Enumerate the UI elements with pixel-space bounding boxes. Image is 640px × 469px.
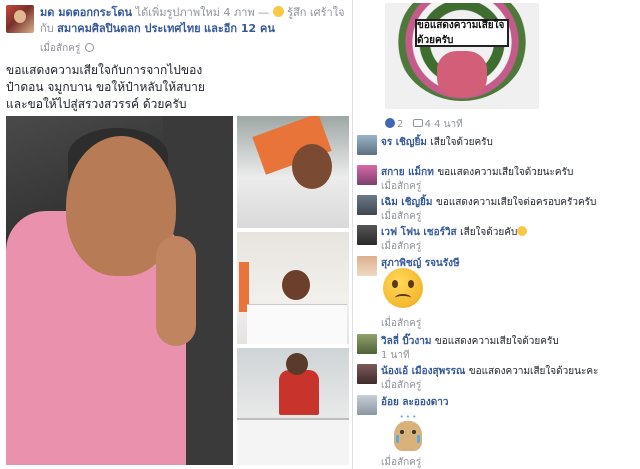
commenter-avatar[interactable] xyxy=(357,195,377,215)
public-globe-icon[interactable] xyxy=(85,43,95,52)
tagged-page-link[interactable]: สมาคมศิลปินดลก ประเทศไทย xyxy=(57,22,200,35)
with-text: กับ xyxy=(40,22,54,35)
wreath-like-count[interactable]: 2 xyxy=(397,119,403,130)
post-message: ขอแสดงความเสียใจกับการจากไปของ ป๋าดอน จม… xyxy=(6,63,205,111)
feeling-sad-icon xyxy=(272,6,284,17)
comment-time[interactable]: เมื่อสักครู่ xyxy=(381,455,421,469)
sad-face-sticker xyxy=(383,268,423,308)
commenter-name[interactable]: วิลลี่ บิ๊วงาม xyxy=(381,336,431,347)
comment-text: ขอแสดงความเสียใจต่อครอบครัวครับ xyxy=(435,197,597,208)
commenter-avatar[interactable] xyxy=(357,364,377,384)
post-timestamp[interactable]: เมื่อสักครู่ xyxy=(40,43,80,54)
comment-text: เสียใจด้วยครับ xyxy=(430,137,493,148)
comment-text: เสียใจด้วยคับ xyxy=(460,227,518,238)
commenter-name[interactable]: สกาย แม็กท xyxy=(381,167,434,178)
author-avatar[interactable] xyxy=(6,5,34,33)
commenter-avatar[interactable] xyxy=(357,334,377,354)
commenter-avatar[interactable] xyxy=(357,135,377,155)
post-card: มด มดตอกกระโดน ได้เพิ่มรูปภาพใหม่ 4 ภาพ … xyxy=(0,0,353,469)
comment-text: ขอแสดงความเสียใจด้วยนะคะ xyxy=(468,366,599,377)
comment-time[interactable]: เมื่อสักครู่ xyxy=(381,180,635,194)
commenter-avatar[interactable] xyxy=(357,225,377,245)
wreath-photo[interactable]: ขอแสดงความเสียใจด้วยครับ xyxy=(385,3,539,109)
like-icon[interactable] xyxy=(385,118,395,128)
smile-emoji-icon xyxy=(517,226,528,236)
photo-main-man-sleeping[interactable] xyxy=(6,116,233,465)
commenter-name[interactable]: จร เชิญยิ้ม xyxy=(381,137,427,148)
commenter-avatar[interactable] xyxy=(357,165,377,185)
post-header: มด มดตอกกระโดน ได้เพิ่มรูปภาพใหม่ 4 ภาพ … xyxy=(6,5,346,56)
post-time-row: เมื่อสักครู่ xyxy=(40,41,95,56)
photo-hospital-bed-2[interactable] xyxy=(237,232,349,344)
photo-visitor-at-bed[interactable] xyxy=(237,348,349,465)
wreath-banner-text: ขอแสดงความเสียใจด้วยครับ xyxy=(415,19,509,47)
author-name-link[interactable]: มด มดตอกกระโดน xyxy=(40,6,132,19)
commenter-name[interactable]: เวฟ โฟน เชอร์วิส xyxy=(381,227,457,238)
photo-hospital-bed-1[interactable] xyxy=(237,116,349,228)
post-action-text: ได้เพิ่มรูปภาพใหม่ 4 ภาพ — xyxy=(135,6,270,19)
wreath-time[interactable]: 4 นาที xyxy=(434,119,463,130)
post-header-text: มด มดตอกกระโดน ได้เพิ่มรูปภาพใหม่ 4 ภาพ … xyxy=(40,5,346,37)
comment-text: ขอแสดงความเสียใจด้วยนะครับ xyxy=(437,167,574,178)
commenter-avatar[interactable] xyxy=(357,395,377,415)
wreath-reply-count[interactable]: 4 xyxy=(425,119,431,130)
comment-time[interactable]: เมื่อสักครู่ xyxy=(381,379,635,393)
reply-icon[interactable] xyxy=(412,119,423,127)
commenter-name[interactable]: สุภาพิชญ์ รจนรังษี xyxy=(381,258,460,269)
crying-bear-sticker: • • • xyxy=(391,413,425,451)
tagged-others-link[interactable]: และอีก 12 คน xyxy=(204,22,275,35)
commenter-name[interactable]: น้องเอ้ เมืองสุพรรณ xyxy=(381,366,465,377)
feeling-text: รู้สึก เศร้าใจ xyxy=(287,6,345,19)
commenter-avatar[interactable] xyxy=(357,256,377,276)
comment-text: ขอแสดงความเสียใจด้วยครับ xyxy=(434,336,559,347)
commenter-name[interactable]: เฉิม เชิญยิ้ม xyxy=(381,197,432,208)
photo-grid xyxy=(6,116,349,465)
comments-panel: ขอแสดงความเสียใจด้วยครับ 2 4 4 นาที จร เ… xyxy=(353,0,640,469)
comment-time[interactable]: เมื่อสักครู่ xyxy=(381,316,421,331)
comment-time[interactable]: เมื่อสักครู่ xyxy=(381,240,635,254)
wreath-meta: 2 4 4 นาที xyxy=(385,117,463,132)
commenter-name[interactable]: อ้อย ละอองดาว xyxy=(381,397,448,408)
comment-time[interactable]: เมื่อสักครู่ xyxy=(381,210,635,224)
comment-time[interactable]: 1 นาที xyxy=(381,349,635,363)
